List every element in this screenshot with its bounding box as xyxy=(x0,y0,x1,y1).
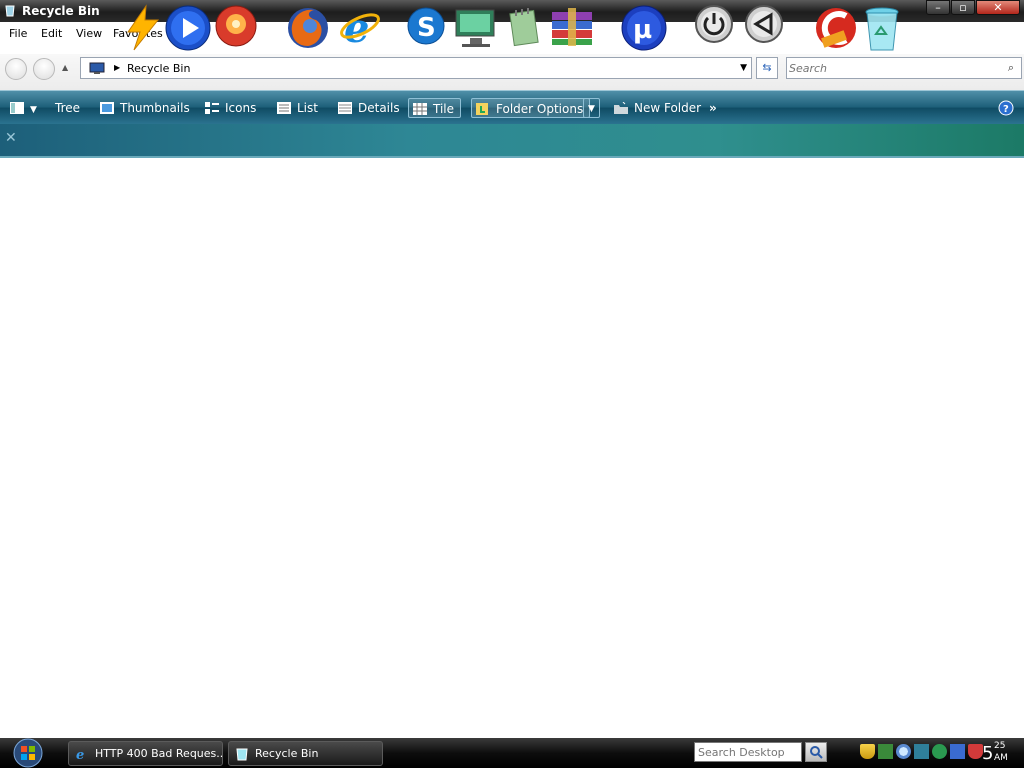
refresh-button[interactable]: ⇆ xyxy=(756,57,778,79)
new-folder-label: New Folder xyxy=(634,101,702,115)
taskbar: e HTTP 400 Bad Reques... Recycle Bin 5 2… xyxy=(0,738,1024,768)
security-shield-icon[interactable] xyxy=(860,744,875,759)
file-list-pane[interactable] xyxy=(0,158,1024,738)
dock-bar: e S µ xyxy=(110,4,910,56)
ccleaner-icon[interactable] xyxy=(814,4,858,52)
forward-button[interactable] xyxy=(33,58,55,80)
system-tray xyxy=(860,744,983,762)
folder-options-button[interactable]: Folder Options xyxy=(471,98,591,118)
menu-edit[interactable]: Edit xyxy=(41,27,62,40)
clock-hour: 5 xyxy=(982,743,994,764)
play-icon[interactable] xyxy=(164,4,212,52)
tree-button[interactable]: Tree xyxy=(55,98,80,118)
window-title: Recycle Bin xyxy=(22,4,100,18)
svg-text:µ: µ xyxy=(633,15,652,45)
svg-text:e: e xyxy=(76,748,84,761)
layout-icon xyxy=(10,102,24,114)
up-arrow-icon[interactable]: ▲ xyxy=(62,63,68,72)
icons-view-icon xyxy=(205,102,219,114)
list-button[interactable]: List xyxy=(277,98,318,118)
tile-button[interactable]: Tile xyxy=(408,98,462,118)
notepad-icon[interactable] xyxy=(506,4,544,48)
thumbnails-label: Thumbnails xyxy=(120,101,190,115)
firefox-icon[interactable] xyxy=(286,4,330,50)
list-view-icon xyxy=(277,102,291,114)
alert-shield-icon[interactable] xyxy=(968,744,983,759)
burning-disc-icon[interactable] xyxy=(214,4,258,48)
tile-label: Tile xyxy=(433,102,455,116)
magnifier-icon[interactable] xyxy=(896,744,911,759)
breadcrumb-separator-icon[interactable]: ▶ xyxy=(114,63,120,72)
close-button[interactable]: ✕ xyxy=(976,0,1020,15)
maximize-button[interactable]: ▫ xyxy=(951,0,975,15)
back-arrow-icon[interactable] xyxy=(744,4,784,46)
power-icon[interactable] xyxy=(694,4,734,46)
layout-menu-button[interactable]: ▼ xyxy=(10,98,37,118)
recycle-bin-icon[interactable] xyxy=(862,4,902,54)
svg-text:e: e xyxy=(344,5,369,50)
lightning-icon[interactable] xyxy=(120,4,164,52)
folder-options-label: Folder Options xyxy=(496,102,584,116)
svg-text:?: ? xyxy=(1003,104,1009,115)
details-label: Details xyxy=(358,101,400,115)
command-toolbar: ▼ Tree Thumbnails Icons List Details Til… xyxy=(0,90,1024,124)
taskbar-item-label: Recycle Bin xyxy=(255,747,319,760)
clock-minute: 25 xyxy=(994,741,1006,751)
tile-view-icon xyxy=(413,103,427,115)
recycle-bin-icon xyxy=(5,5,15,17)
help-icon[interactable]: ? xyxy=(998,100,1014,116)
new-folder-icon xyxy=(614,102,628,114)
svg-text:S: S xyxy=(417,13,436,43)
folder-options-dropdown-button[interactable]: ▼ xyxy=(583,98,600,118)
desktop-search-box xyxy=(694,742,802,762)
clock-ampm: AM xyxy=(994,753,1008,763)
skype-icon[interactable]: S xyxy=(406,4,446,48)
network-icon[interactable] xyxy=(878,744,893,759)
new-folder-button[interactable]: New Folder xyxy=(614,98,701,118)
internet-explorer-icon: e xyxy=(76,748,84,761)
list-label: List xyxy=(297,101,318,115)
menu-view[interactable]: View xyxy=(76,27,102,40)
icons-button[interactable]: Icons xyxy=(205,98,256,118)
search-input[interactable] xyxy=(789,60,989,76)
address-bar-area: ▲ ▶ Recycle Bin ▼ ⇆ ⌕ xyxy=(0,54,1024,90)
window-controls: – ▫ ✕ xyxy=(925,0,1020,15)
address-field[interactable]: ▶ Recycle Bin ▼ xyxy=(80,57,752,79)
details-banner: ✕ xyxy=(0,124,1024,158)
skype-tray-icon[interactable] xyxy=(932,744,947,759)
winrar-icon[interactable] xyxy=(548,4,596,48)
taskbar-item-recycle-bin[interactable]: Recycle Bin xyxy=(228,741,383,766)
start-orb-icon[interactable] xyxy=(8,738,48,768)
app-tray-icon[interactable] xyxy=(950,744,965,759)
close-banner-icon[interactable]: ✕ xyxy=(5,130,17,146)
tree-label: Tree xyxy=(55,101,81,115)
back-button[interactable] xyxy=(5,58,27,80)
minimize-button[interactable]: – xyxy=(926,0,950,15)
thumbnails-button[interactable]: Thumbnails xyxy=(100,98,190,118)
breadcrumb-recycle-bin[interactable]: Recycle Bin xyxy=(127,62,190,75)
search-icon xyxy=(810,746,823,759)
utorrent-icon[interactable]: µ xyxy=(620,4,668,52)
icons-label: Icons xyxy=(225,101,257,115)
search-icon[interactable]: ⌕ xyxy=(1008,61,1014,75)
monitor-icon[interactable] xyxy=(452,4,500,50)
desktop-search-input[interactable] xyxy=(695,743,799,761)
search-box: ⌕ xyxy=(786,57,1022,79)
desktop-search-button[interactable] xyxy=(805,742,827,762)
more-commands-button[interactable]: » xyxy=(709,98,717,118)
details-view-icon xyxy=(338,102,352,114)
menu-file[interactable]: File xyxy=(9,27,27,40)
details-button[interactable]: Details xyxy=(338,98,400,118)
computer-icon xyxy=(89,62,105,74)
internet-explorer-icon[interactable]: e xyxy=(336,4,382,50)
monitor-tray-icon[interactable] xyxy=(914,744,929,759)
taskbar-item-label: HTTP 400 Bad Reques... xyxy=(95,747,223,760)
folder-options-icon xyxy=(476,103,488,115)
thumbnails-icon xyxy=(100,102,114,114)
taskbar-item-browser[interactable]: e HTTP 400 Bad Reques... xyxy=(68,741,223,766)
recycle-bin-icon xyxy=(236,748,248,761)
address-dropdown-icon[interactable]: ▼ xyxy=(740,63,747,73)
